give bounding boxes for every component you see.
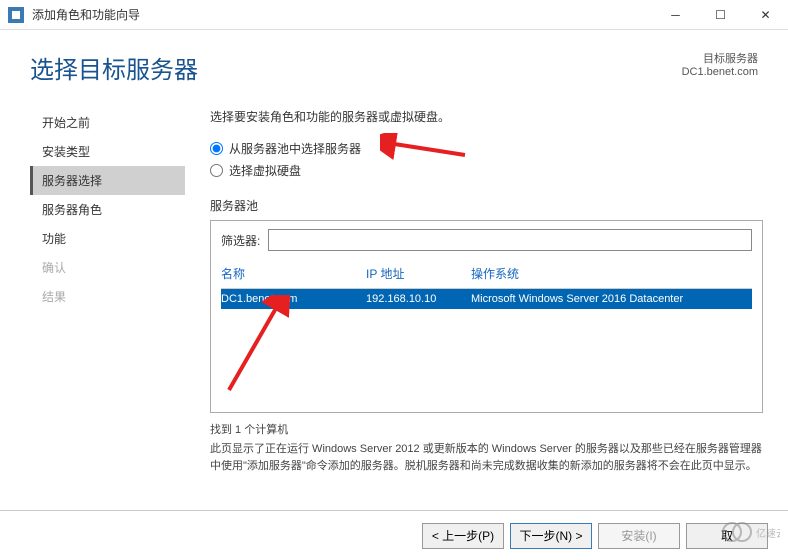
filter-input[interactable] [268, 229, 752, 251]
svg-text:亿速云: 亿速云 [756, 527, 780, 540]
radio-server-pool[interactable]: 从服务器池中选择服务器 [210, 140, 763, 157]
nav-features[interactable]: 功能 [30, 224, 185, 253]
col-header-os[interactable]: 操作系统 [471, 265, 752, 282]
description-text: 此页显示了正在运行 Windows Server 2012 或更新版本的 Win… [210, 441, 763, 474]
radio-vhd-label: 选择虚拟硬盘 [229, 162, 301, 179]
nav-server-selection[interactable]: 服务器选择 [30, 166, 185, 195]
radio-server-pool-input[interactable] [210, 142, 223, 155]
titlebar: 添加角色和功能向导 ─ ☐ ✕ [0, 0, 788, 30]
radio-server-pool-label: 从服务器池中选择服务器 [229, 140, 361, 157]
dest-label: 目标服务器 [682, 50, 758, 66]
header: 选择目标服务器 目标服务器 DC1.benet.com [0, 30, 788, 100]
nav-install-type[interactable]: 安装类型 [30, 137, 185, 166]
prev-button[interactable]: < 上一步(P) [422, 523, 504, 549]
cell-os: Microsoft Windows Server 2016 Datacenter [471, 293, 752, 305]
col-header-ip[interactable]: IP 地址 [366, 265, 471, 282]
window-title: 添加角色和功能向导 [32, 6, 653, 23]
radio-vhd-input[interactable] [210, 164, 223, 177]
filter-label: 筛选器: [221, 232, 260, 249]
destination-info: 目标服务器 DC1.benet.com [682, 50, 758, 85]
window-controls: ─ ☐ ✕ [653, 0, 788, 30]
nav-server-roles[interactable]: 服务器角色 [30, 195, 185, 224]
page-title: 选择目标服务器 [30, 50, 682, 85]
nav-before-begin[interactable]: 开始之前 [30, 108, 185, 137]
main-panel: 选择要安装角色和功能的服务器或虚拟硬盘。 从服务器池中选择服务器 选择虚拟硬盘 … [185, 100, 788, 495]
footer: < 上一步(P) 下一步(N) > 安装(I) 取 [0, 510, 788, 560]
radio-group: 从服务器池中选择服务器 选择虚拟硬盘 [210, 140, 763, 179]
computer-count: 找到 1 个计算机 [210, 421, 763, 437]
filter-row: 筛选器: [221, 229, 752, 251]
next-button[interactable]: 下一步(N) > [510, 523, 592, 549]
maximize-button[interactable]: ☐ [698, 0, 743, 30]
cell-ip: 192.168.10.10 [366, 293, 471, 305]
server-pool-label: 服务器池 [210, 197, 763, 214]
close-button[interactable]: ✕ [743, 0, 788, 30]
watermark: 亿速云 [720, 517, 780, 552]
radio-vhd[interactable]: 选择虚拟硬盘 [210, 162, 763, 179]
nav-results: 结果 [30, 282, 185, 311]
table-row[interactable]: DC1.benet.com 192.168.10.10 Microsoft Wi… [221, 289, 752, 309]
instruction-text: 选择要安装角色和功能的服务器或虚拟硬盘。 [210, 108, 763, 125]
table-body: DC1.benet.com 192.168.10.10 Microsoft Wi… [221, 289, 752, 404]
install-button: 安装(I) [598, 523, 680, 549]
cell-name: DC1.benet.com [221, 293, 366, 305]
dest-value: DC1.benet.com [682, 66, 758, 78]
minimize-button[interactable]: ─ [653, 0, 698, 30]
table-header: 名称 IP 地址 操作系统 [221, 261, 752, 289]
nav-confirmation: 确认 [30, 253, 185, 282]
sidebar: 开始之前 安装类型 服务器选择 服务器角色 功能 确认 结果 [30, 100, 185, 495]
server-pool-box: 筛选器: 名称 IP 地址 操作系统 DC1.benet.com 192.168… [210, 220, 763, 413]
col-header-name[interactable]: 名称 [221, 265, 366, 282]
app-icon [8, 7, 24, 23]
